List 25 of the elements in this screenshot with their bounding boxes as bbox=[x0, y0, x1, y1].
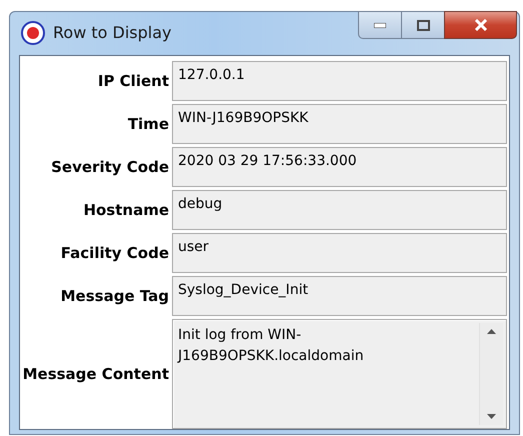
input-field[interactable]: 2020 03 29 17:56:33.000 bbox=[172, 147, 507, 187]
input-field[interactable]: user bbox=[172, 233, 507, 273]
message-text-area[interactable]: Init log from WIN- J169B9OPSKK.localdomain bbox=[172, 319, 507, 429]
input-field[interactable]: WIN-J169B9OPSKK bbox=[172, 104, 507, 144]
close-button[interactable] bbox=[444, 11, 517, 39]
input-field[interactable]: 127.0.0.1 bbox=[172, 61, 507, 101]
maximize-button[interactable] bbox=[402, 11, 444, 39]
field-label: Time bbox=[128, 114, 169, 135]
app-logo-icon bbox=[21, 21, 45, 45]
field-label: IP Client bbox=[98, 70, 169, 92]
input-field[interactable]: Syslog_Device_Init bbox=[172, 276, 507, 316]
field-label: Hostname bbox=[83, 200, 169, 221]
scroll-down-icon[interactable] bbox=[487, 414, 496, 419]
field-label: Message Content bbox=[22, 364, 169, 385]
maximize-icon bbox=[416, 20, 430, 30]
field-label: Facility Code bbox=[60, 242, 169, 264]
field-value: Init log from WIN- J169B9OPSKK.localdomain bbox=[176, 326, 365, 366]
input-field[interactable]: debug bbox=[172, 190, 507, 230]
minimize-button[interactable] bbox=[358, 11, 402, 39]
field-label: Message Tag bbox=[60, 286, 169, 307]
field-label: Severity Code bbox=[51, 156, 169, 178]
close-icon bbox=[474, 19, 488, 31]
minimize-icon bbox=[374, 22, 386, 28]
scroll-up-icon[interactable] bbox=[487, 329, 496, 334]
window-title: Row to Display bbox=[53, 22, 172, 44]
